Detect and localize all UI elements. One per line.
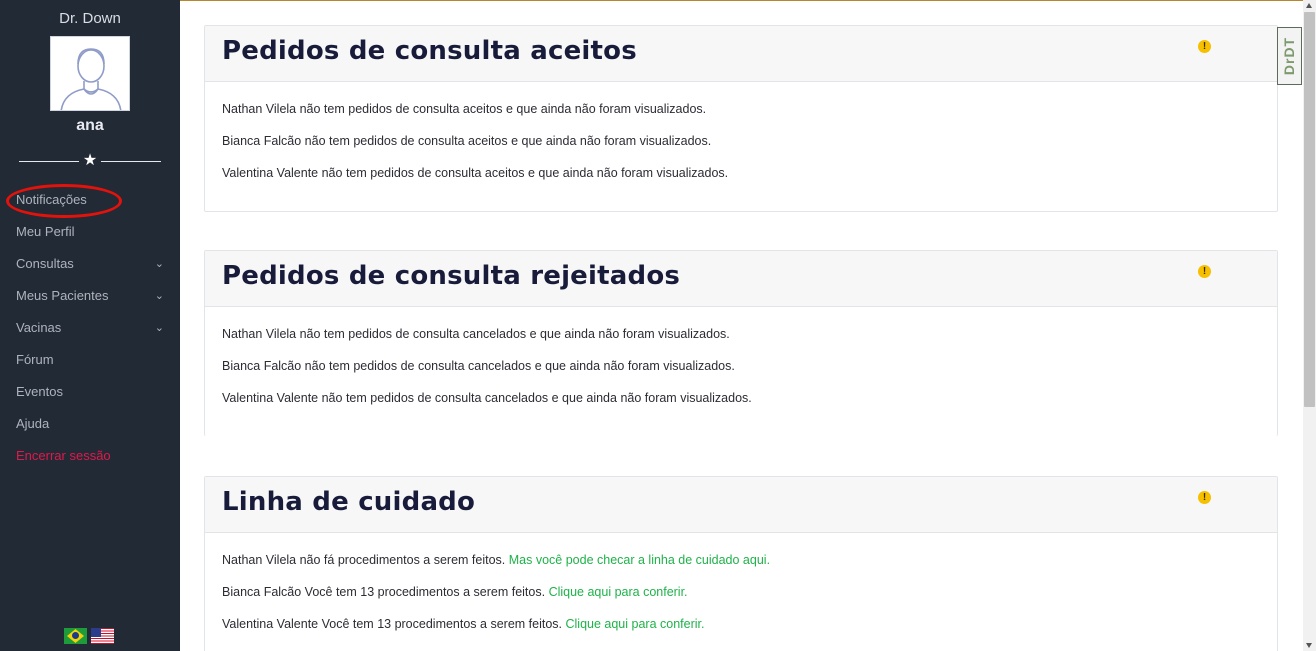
sidebar-item-vacinas[interactable]: Vacinas ⌄	[0, 312, 180, 344]
list-item-text: Valentina Valente não tem pedidos de con…	[222, 166, 729, 180]
sidebar-item-label: Consultas	[16, 256, 74, 271]
card-header: Linha de cuidado !	[205, 477, 1277, 533]
list-item-text: Bianca Falcão não tem pedidos de consult…	[222, 134, 712, 148]
scroll-up-icon[interactable]	[1306, 3, 1312, 8]
sidebar-item-label: Eventos	[16, 384, 63, 399]
card-title: Linha de cuidado	[222, 487, 476, 517]
sidebar-item-consultas[interactable]: Consultas ⌄	[0, 248, 180, 280]
list-item: Bianca Falcão Você tem 13 procedimentos …	[222, 583, 1260, 615]
drdt-badge-text: DrDT	[1281, 36, 1298, 76]
user-avatar-icon	[50, 36, 130, 111]
check-procedures-link[interactable]: Clique aqui para conferir.	[565, 617, 704, 631]
list-item-text: Nathan Vilela não tem pedidos de consult…	[222, 102, 707, 116]
list-item-text: Bianca Falcão Você tem 13 procedimentos …	[222, 585, 549, 599]
drdt-badge[interactable]: DrDT	[1277, 27, 1302, 85]
card-title: Pedidos de consulta aceitos	[222, 36, 637, 66]
sidebar: Dr. Down ana ★ Notificações Meu Perfil C…	[0, 0, 180, 651]
sidebar-item-label: Ajuda	[16, 416, 50, 431]
list-item: Valentina Valente não tem pedidos de con…	[222, 389, 1260, 421]
sidebar-item-notificacoes[interactable]: Notificações	[0, 184, 180, 216]
list-item: Nathan Vilela não tem pedidos de consult…	[222, 325, 1260, 357]
page-scrollbar[interactable]	[1303, 0, 1316, 651]
sidebar-item-label: Meu Perfil	[16, 224, 75, 239]
sidebar-item-eventos[interactable]: Eventos	[0, 376, 180, 408]
sidebar-item-label: Fórum	[16, 352, 54, 367]
list-item: Nathan Vilela não tem pedidos de consult…	[222, 100, 1260, 132]
sidebar-nav: Notificações Meu Perfil Consultas ⌄ Meus…	[0, 184, 180, 472]
card-body: Nathan Vilela não fá procedimentos a ser…	[205, 533, 1277, 647]
sidebar-item-meu-perfil[interactable]: Meu Perfil	[0, 216, 180, 248]
sidebar-item-label: Meus Pacientes	[16, 288, 109, 303]
top-accent-bar	[180, 0, 1316, 1]
card-header: Pedidos de consulta aceitos !	[205, 26, 1277, 82]
notification-card-accepted: Pedidos de consulta aceitos ! Nathan Vil…	[204, 25, 1278, 212]
card-title: Pedidos de consulta rejeitados	[222, 261, 681, 291]
sidebar-item-label: Notificações	[16, 192, 87, 207]
language-switcher	[64, 628, 114, 644]
star-icon: ★	[82, 152, 98, 169]
list-item-text: Valentina Valente não tem pedidos de con…	[222, 391, 752, 405]
logout-label: Encerrar sessão	[16, 448, 111, 463]
warning-icon: !	[1198, 40, 1211, 53]
care-line-link[interactable]: Mas você pode checar a linha de cuidado …	[509, 553, 770, 567]
brazil-flag-icon[interactable]	[64, 628, 87, 644]
scroll-down-icon[interactable]	[1306, 643, 1312, 648]
chevron-down-icon: ⌄	[154, 290, 164, 302]
list-item-text: Nathan Vilela não tem pedidos de consult…	[222, 327, 730, 341]
sidebar-item-forum[interactable]: Fórum	[0, 344, 180, 376]
sidebar-item-ajuda[interactable]: Ajuda	[0, 408, 180, 440]
logout-link[interactable]: Encerrar sessão	[0, 440, 180, 472]
chevron-down-icon: ⌄	[154, 322, 164, 334]
list-item-text: Nathan Vilela não fá procedimentos a ser…	[222, 553, 509, 567]
sidebar-divider: ★	[19, 152, 161, 170]
warning-icon: !	[1198, 491, 1211, 504]
scroll-thumb[interactable]	[1304, 12, 1315, 407]
card-body: Nathan Vilela não tem pedidos de consult…	[205, 82, 1277, 196]
sidebar-item-meus-pacientes[interactable]: Meus Pacientes ⌄	[0, 280, 180, 312]
list-item-text: Valentina Valente Você tem 13 procedimen…	[222, 617, 566, 631]
usa-flag-icon[interactable]	[91, 628, 114, 644]
app-title: Dr. Down	[59, 10, 121, 27]
list-item: Valentina Valente não tem pedidos de con…	[222, 164, 1260, 196]
list-item: Bianca Falcão não tem pedidos de consult…	[222, 357, 1260, 389]
check-procedures-link[interactable]: Clique aqui para conferir.	[549, 585, 688, 599]
sidebar-item-label: Vacinas	[16, 320, 62, 335]
notification-card-care-line: Linha de cuidado ! Nathan Vilela não fá …	[204, 476, 1278, 651]
list-item: Bianca Falcão não tem pedidos de consult…	[222, 132, 1260, 164]
warning-icon: !	[1198, 265, 1211, 278]
list-item: Valentina Valente Você tem 13 procedimen…	[222, 615, 1260, 647]
user-name: ana	[76, 117, 104, 134]
list-item: Nathan Vilela não fá procedimentos a ser…	[222, 551, 1260, 583]
list-item-text: Bianca Falcão não tem pedidos de consult…	[222, 359, 735, 373]
chevron-down-icon: ⌄	[154, 258, 164, 270]
notification-card-rejected: Pedidos de consulta rejeitados ! Nathan …	[204, 250, 1278, 436]
card-body: Nathan Vilela não tem pedidos de consult…	[205, 307, 1277, 421]
card-header: Pedidos de consulta rejeitados !	[205, 251, 1277, 307]
